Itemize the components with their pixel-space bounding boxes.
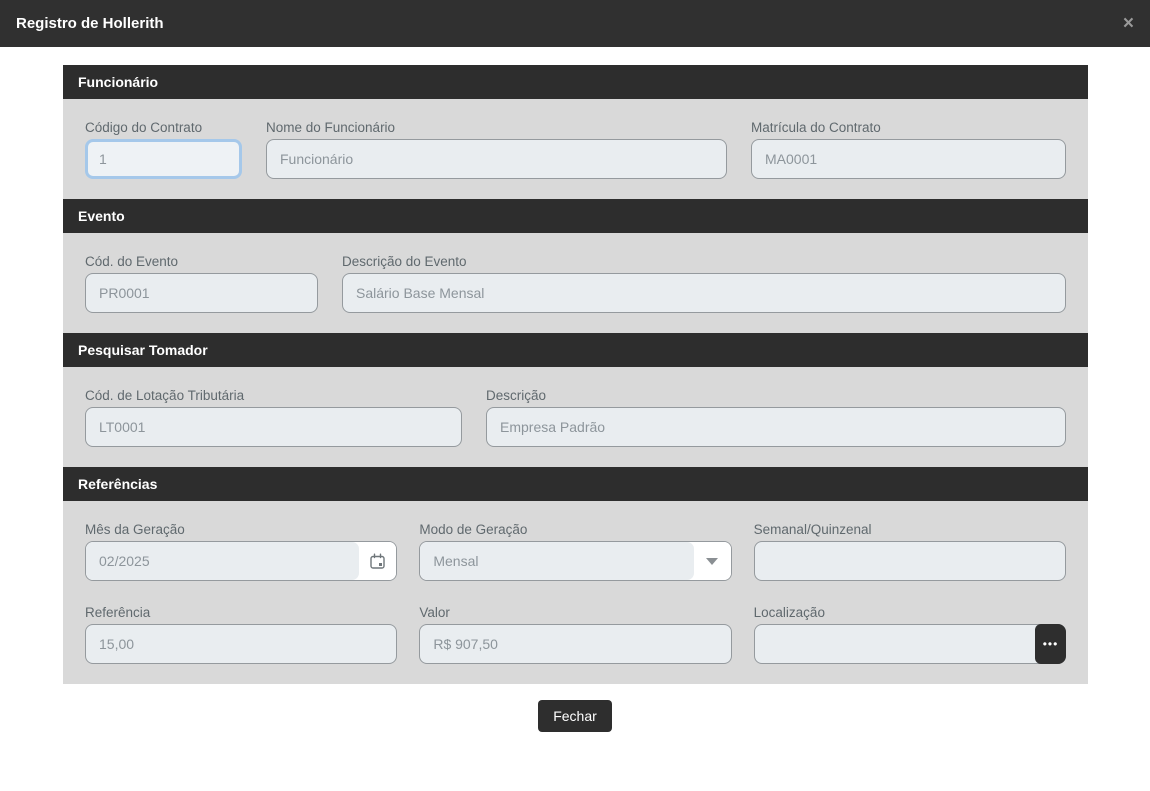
descricao-tomador-field: Descrição	[486, 388, 1066, 447]
cod-evento-label: Cód. do Evento	[85, 254, 318, 269]
matricula-contrato-input[interactable]	[751, 139, 1066, 179]
referencia-input[interactable]	[85, 624, 397, 664]
calendar-icon[interactable]	[359, 542, 396, 580]
close-icon[interactable]: ×	[1123, 14, 1134, 33]
mes-geracao-input[interactable]	[86, 542, 359, 580]
localizacao-search-button[interactable]: •••	[1035, 624, 1066, 664]
nome-funcionario-input[interactable]	[266, 139, 727, 179]
cod-evento-field: Cód. do Evento	[85, 254, 318, 313]
codigo-contrato-field: Código do Contrato	[85, 120, 242, 179]
codigo-contrato-label: Código do Contrato	[85, 120, 242, 135]
semanal-quinzenal-input[interactable]	[754, 541, 1066, 581]
modal-header: Registro de Hollerith ×	[0, 0, 1150, 47]
localizacao-picker: •••	[754, 624, 1066, 664]
semanal-quinzenal-label: Semanal/Quinzenal	[754, 522, 1066, 537]
section-referencias: Referências Mês da Geração	[63, 467, 1088, 684]
semanal-quinzenal-field: Semanal/Quinzenal	[754, 522, 1066, 581]
descricao-evento-input[interactable]	[342, 273, 1066, 313]
section-pesquisar-tomador-body: Cód. de Lotação Tributária Descrição	[63, 367, 1088, 467]
matricula-contrato-field: Matrícula do Contrato	[751, 120, 1066, 179]
valor-field: Valor	[419, 605, 731, 664]
descricao-tomador-label: Descrição	[486, 388, 1066, 403]
cod-lotacao-field: Cód. de Lotação Tributária	[85, 388, 462, 447]
modal-title: Registro de Hollerith	[16, 15, 1123, 32]
cod-lotacao-label: Cód. de Lotação Tributária	[85, 388, 462, 403]
localizacao-label: Localização	[754, 605, 1066, 620]
section-referencias-header: Referências	[63, 467, 1088, 501]
section-funcionario: Funcionário Código do Contrato Nome do F…	[63, 65, 1088, 199]
modo-geracao-label: Modo de Geração	[419, 522, 731, 537]
mes-geracao-field: Mês da Geração	[85, 522, 397, 581]
modo-geracao-value[interactable]	[420, 542, 693, 580]
mes-geracao-datepicker	[85, 541, 397, 581]
localizacao-input[interactable]	[754, 624, 1066, 664]
modo-geracao-field: Modo de Geração	[419, 522, 731, 581]
matricula-contrato-label: Matrícula do Contrato	[751, 120, 1066, 135]
section-referencias-body: Mês da Geração	[63, 501, 1088, 684]
section-pesquisar-tomador: Pesquisar Tomador Cód. de Lotação Tribut…	[63, 333, 1088, 467]
section-funcionario-header: Funcionário	[63, 65, 1088, 99]
nome-funcionario-field: Nome do Funcionário	[266, 120, 727, 179]
codigo-contrato-input[interactable]	[85, 139, 242, 179]
section-evento-header: Evento	[63, 199, 1088, 233]
descricao-tomador-input[interactable]	[486, 407, 1066, 447]
cod-evento-input[interactable]	[85, 273, 318, 313]
nome-funcionario-label: Nome do Funcionário	[266, 120, 727, 135]
modo-geracao-dropdown[interactable]	[419, 541, 731, 581]
mes-geracao-label: Mês da Geração	[85, 522, 397, 537]
localizacao-field: Localização •••	[754, 605, 1066, 664]
section-evento-body: Cód. do Evento Descrição do Evento	[63, 233, 1088, 333]
referencia-field: Referência	[85, 605, 397, 664]
referencia-label: Referência	[85, 605, 397, 620]
section-funcionario-body: Código do Contrato Nome do Funcionário M…	[63, 99, 1088, 199]
fechar-button[interactable]: Fechar	[538, 700, 612, 732]
valor-input[interactable]	[419, 624, 731, 664]
valor-label: Valor	[419, 605, 731, 620]
section-pesquisar-tomador-header: Pesquisar Tomador	[63, 333, 1088, 367]
descricao-evento-label: Descrição do Evento	[342, 254, 1066, 269]
modal-body: Funcionário Código do Contrato Nome do F…	[63, 65, 1088, 684]
chevron-down-icon[interactable]	[694, 542, 731, 580]
ellipsis-icon: •••	[1043, 637, 1059, 651]
section-evento: Evento Cód. do Evento Descrição do Event…	[63, 199, 1088, 333]
descricao-evento-field: Descrição do Evento	[342, 254, 1066, 313]
modal-footer: Fechar	[0, 700, 1150, 732]
registro-hollerith-modal: Registro de Hollerith × Funcionário Códi…	[0, 0, 1150, 732]
cod-lotacao-input[interactable]	[85, 407, 462, 447]
